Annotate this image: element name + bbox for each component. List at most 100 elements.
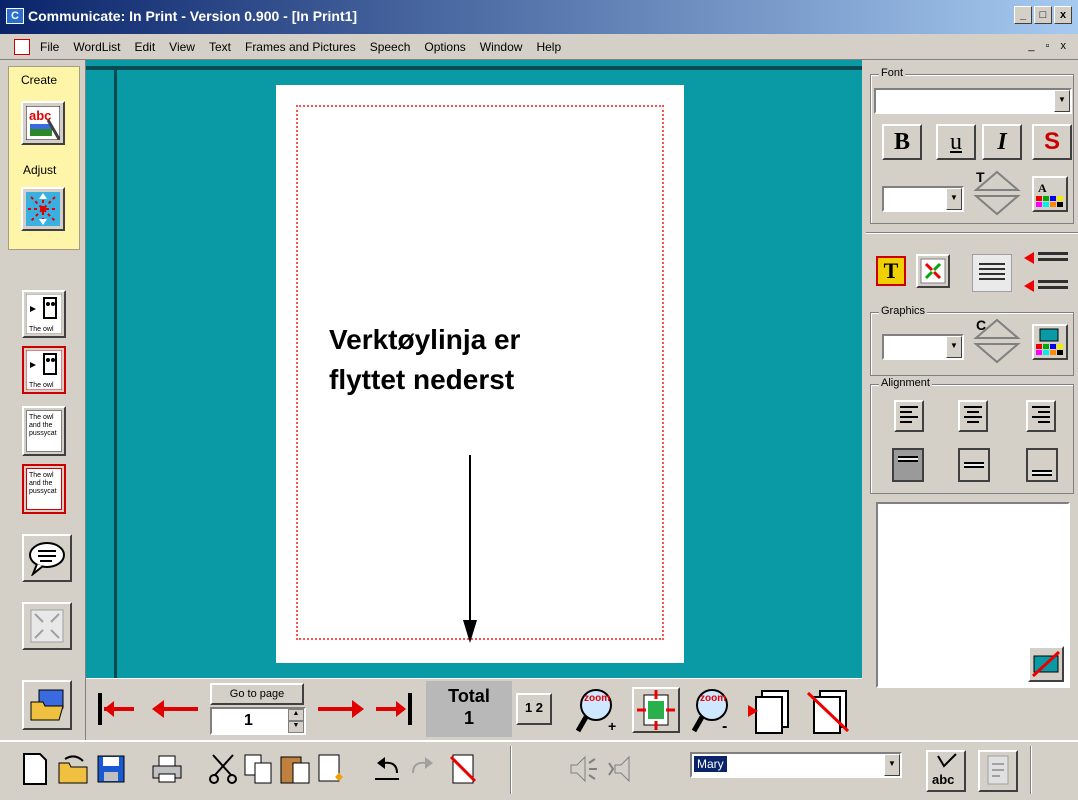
- bold-button[interactable]: B: [882, 124, 922, 160]
- insert-page-button[interactable]: [746, 687, 796, 735]
- minimize-button[interactable]: _: [1014, 6, 1032, 24]
- text-frame-button[interactable]: T: [876, 256, 906, 286]
- adjust-button[interactable]: [21, 187, 65, 231]
- menu-item-speech[interactable]: Speech: [370, 40, 411, 54]
- document-text[interactable]: Verktøylinja er flyttet nederst: [329, 320, 520, 400]
- first-page-button[interactable]: [96, 687, 136, 731]
- create-text-button[interactable]: abc: [21, 101, 65, 145]
- dropdown-arrow-icon[interactable]: ▼: [884, 754, 900, 776]
- fit-page-button[interactable]: [632, 687, 680, 733]
- owl-symbol-icon: The owl: [26, 294, 62, 334]
- open-button[interactable]: [56, 752, 90, 786]
- folder-icon: [30, 689, 64, 721]
- text-colour-button[interactable]: A: [1032, 176, 1068, 212]
- total-value: 1: [463, 708, 474, 728]
- underline-button[interactable]: u: [936, 124, 976, 160]
- open-folder-icon: [58, 755, 88, 784]
- picture-frame-button[interactable]: [916, 254, 950, 288]
- menu-item-options[interactable]: Options: [424, 40, 465, 54]
- menu-item-frames-and-pictures[interactable]: Frames and Pictures: [245, 40, 356, 54]
- first-page-arrow-icon: [98, 693, 134, 725]
- delete-page-icon: [806, 690, 850, 734]
- app-icon[interactable]: C: [6, 8, 24, 24]
- zoom-in-button[interactable]: zoom +: [574, 685, 624, 735]
- align-left-button[interactable]: [894, 400, 924, 432]
- page-number-stepper[interactable]: 1 ▲ ▼: [210, 707, 306, 735]
- expand-frame-button[interactable]: [22, 602, 72, 650]
- document-text-line-1: Verktøylinja er: [329, 324, 521, 355]
- symbol-button-4[interactable]: The owl and the pussycat: [22, 464, 66, 514]
- paste-special-button[interactable]: [314, 752, 348, 786]
- clear-button[interactable]: [446, 752, 480, 786]
- speak-word-button[interactable]: [604, 752, 638, 786]
- picture-preview-box[interactable]: [876, 502, 1070, 688]
- graphics-colour-button[interactable]: [1032, 324, 1068, 360]
- valign-top-button[interactable]: [892, 448, 924, 482]
- symbol-button-2[interactable]: The owl: [22, 346, 66, 394]
- menu-item-edit[interactable]: Edit: [134, 40, 155, 54]
- zoom-out-button[interactable]: zoom -: [686, 685, 736, 735]
- cut-button[interactable]: [206, 752, 240, 786]
- strikethrough-button[interactable]: S: [1032, 124, 1072, 160]
- abc-picture-icon: abc: [26, 106, 60, 140]
- italic-button[interactable]: I: [982, 124, 1022, 160]
- next-page-button[interactable]: [314, 687, 368, 731]
- document-icon[interactable]: [14, 39, 30, 55]
- indent-arrows-icon[interactable]: [1022, 248, 1072, 298]
- page-number-value: 1: [244, 712, 253, 729]
- spell-options-button[interactable]: [978, 750, 1018, 792]
- dropdown-arrow-icon[interactable]: ▼: [946, 188, 962, 210]
- spellcheck-button[interactable]: abc: [926, 750, 966, 792]
- voice-select[interactable]: Mary ▼: [690, 752, 902, 778]
- graphics-select[interactable]: ▼: [882, 334, 964, 360]
- horizontal-ruler-line: [86, 66, 862, 70]
- previous-page-button[interactable]: [148, 687, 202, 731]
- spin-up-icon[interactable]: ▲: [288, 709, 304, 721]
- menu-item-help[interactable]: Help: [536, 40, 561, 54]
- redo-button[interactable]: [406, 752, 440, 786]
- print-button[interactable]: [150, 752, 184, 786]
- symbol-caption-4: The owl and the pussycat: [26, 468, 62, 510]
- symbol-button-3[interactable]: The owl and the pussycat: [22, 406, 66, 456]
- close-button[interactable]: x: [1054, 6, 1072, 24]
- align-right-button[interactable]: [1026, 400, 1056, 432]
- font-select[interactable]: ▼: [874, 88, 1072, 114]
- move-arrows-icon: [26, 192, 60, 226]
- dropdown-arrow-icon[interactable]: ▼: [946, 336, 962, 358]
- child-window-controls[interactable]: _ ▫ x: [1028, 40, 1070, 52]
- menu-item-window[interactable]: Window: [480, 40, 523, 54]
- save-button[interactable]: [94, 752, 128, 786]
- menu-item-view[interactable]: View: [169, 40, 195, 54]
- open-picture-button[interactable]: [22, 680, 72, 730]
- no-picture-button[interactable]: [1028, 646, 1064, 682]
- undo-button[interactable]: [370, 752, 404, 786]
- new-document-button[interactable]: [18, 752, 52, 786]
- valign-bottom-button[interactable]: [1026, 448, 1058, 482]
- dropdown-arrow-icon[interactable]: ▼: [1054, 90, 1070, 112]
- maximize-button[interactable]: □: [1034, 6, 1052, 24]
- list-frame-button[interactable]: [972, 254, 1012, 292]
- total-pages: Total 1: [426, 681, 512, 737]
- right-panel: Font ▼ B u I S ▼ T A T Graphics ▼ C Alig…: [862, 60, 1078, 740]
- copy-button[interactable]: [242, 752, 276, 786]
- speech-bubble-button[interactable]: [22, 534, 72, 582]
- two-page-view-button[interactable]: 1 2: [516, 693, 552, 725]
- align-center-button[interactable]: [958, 400, 988, 432]
- symbol-button-1[interactable]: The owl: [22, 290, 66, 338]
- speak-button[interactable]: [566, 752, 600, 786]
- spin-down-icon[interactable]: ▼: [288, 721, 304, 733]
- paste-button[interactable]: [278, 752, 312, 786]
- graphics-size-stepper-icon[interactable]: C: [972, 316, 1022, 366]
- menu-item-file[interactable]: File: [40, 40, 59, 54]
- font-size-select[interactable]: ▼: [882, 186, 964, 212]
- valign-middle-button[interactable]: [958, 448, 990, 482]
- menu-item-text[interactable]: Text: [209, 40, 231, 54]
- text-size-stepper-icon[interactable]: T: [972, 168, 1022, 218]
- menu-items: File WordList Edit View Text Frames and Pictu…: [40, 40, 561, 54]
- delete-page-button[interactable]: [804, 687, 854, 735]
- create-label: Create: [21, 73, 58, 87]
- menu-item-wordlist[interactable]: WordList: [73, 40, 120, 54]
- last-page-arrow-icon: [376, 693, 412, 725]
- last-page-button[interactable]: [372, 687, 416, 731]
- go-to-page-button[interactable]: Go to page: [210, 683, 304, 705]
